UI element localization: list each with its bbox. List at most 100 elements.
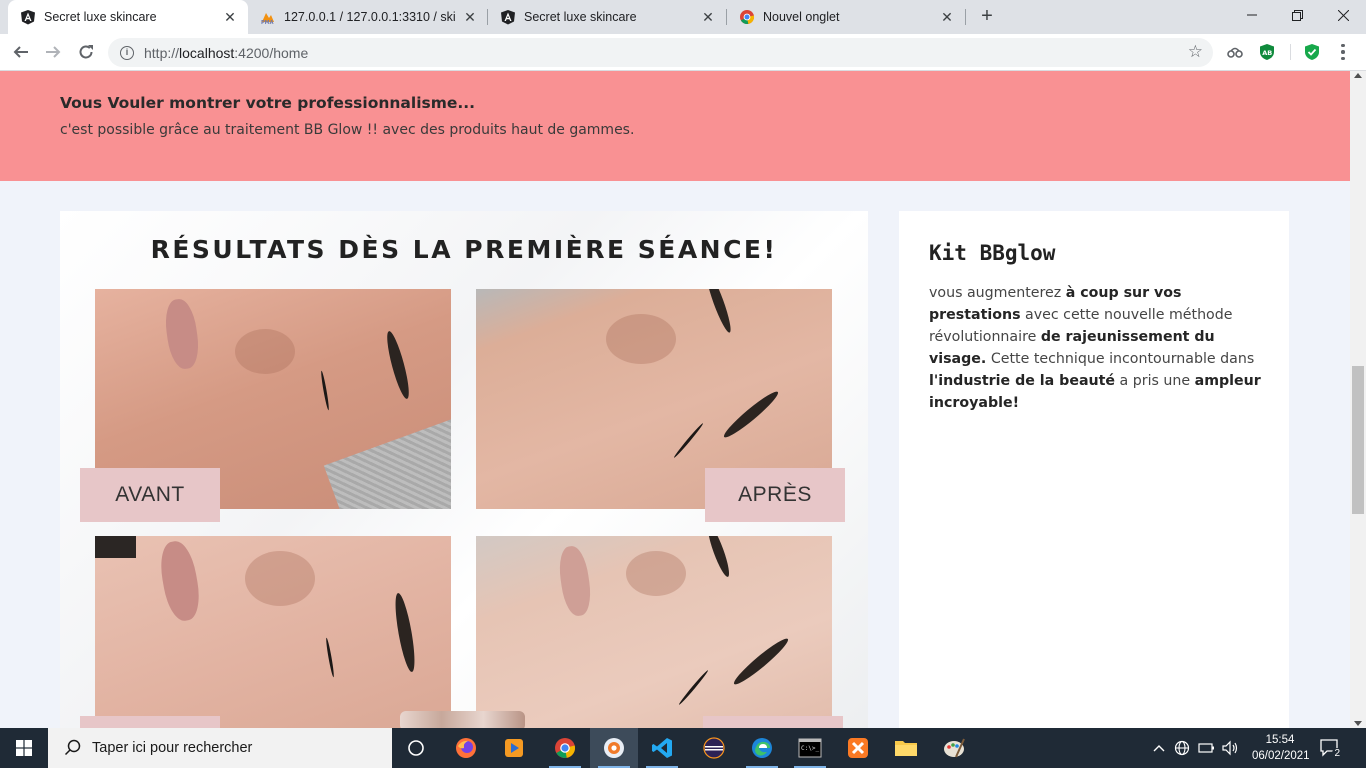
after-photo-bottom xyxy=(476,536,832,728)
kit-bbglow-card: Kit BBglow vous augmenterez à coup sur v… xyxy=(899,211,1289,728)
taskbar-firefox[interactable] xyxy=(442,728,490,768)
taskbar-brave[interactable] xyxy=(590,728,638,768)
taskbar-chrome[interactable] xyxy=(541,728,589,768)
svg-text:AB: AB xyxy=(1262,49,1272,57)
search-placeholder: Taper ici pour rechercher xyxy=(92,740,253,756)
url-path: :4200/home xyxy=(234,44,309,61)
address-bar[interactable]: i http://localhost:4200/home ☆ xyxy=(108,38,1213,67)
taskbar-xampp[interactable] xyxy=(834,728,882,768)
close-tab-icon[interactable]: ✕ xyxy=(222,9,238,25)
start-button[interactable] xyxy=(0,728,48,768)
results-title: RÉSULTATS DÈS LA PREMIÈRE SÉANCE! xyxy=(150,235,778,264)
taskbar-clock[interactable]: 15:54 06/02/2021 xyxy=(1252,732,1310,764)
tab-secret-luxe-skincare-2[interactable]: Secret luxe skincare ✕ xyxy=(488,0,726,34)
svg-text:C:\>_: C:\>_ xyxy=(801,745,819,752)
globe-icon xyxy=(1174,740,1190,756)
battery-plug-icon xyxy=(1198,743,1214,753)
browser-tabstrip: Secret luxe skincare ✕ PMA 127.0.0.1 / 1… xyxy=(0,0,1366,34)
minimize-window-button[interactable] xyxy=(1229,0,1275,30)
scroll-down-arrow[interactable] xyxy=(1354,721,1362,726)
kit-title: Kit BBglow xyxy=(929,241,1056,265)
bookmark-star-icon[interactable]: ☆ xyxy=(1188,42,1203,62)
taskbar-edge[interactable] xyxy=(738,728,786,768)
tab-secret-luxe-skincare-1[interactable]: Secret luxe skincare ✕ xyxy=(8,0,248,34)
close-tab-icon[interactable]: ✕ xyxy=(462,9,478,25)
chrome-icon xyxy=(555,738,576,758)
browser-shield-icon xyxy=(604,738,624,758)
phpmyadmin-icon: PMA xyxy=(260,9,276,25)
chevron-up-icon xyxy=(1153,745,1165,752)
notification-count: 2 xyxy=(1332,748,1342,760)
media-player-icon xyxy=(505,739,523,757)
tab-phpmyadmin[interactable]: PMA 127.0.0.1 / 127.0.0.1:3310 / skincar… xyxy=(248,0,488,34)
forward-button[interactable] xyxy=(40,39,66,65)
speaker-icon xyxy=(1222,740,1238,756)
tray-volume-icon[interactable] xyxy=(1220,728,1242,768)
after-label: APRÈS xyxy=(705,468,845,522)
url-scheme: http:// xyxy=(144,44,180,61)
clock-date: 06/02/2021 xyxy=(1252,750,1310,762)
show-hidden-icons[interactable] xyxy=(1150,728,1168,768)
angular-icon xyxy=(500,9,516,25)
tray-language-icon[interactable] xyxy=(1172,728,1192,768)
adblock-icon[interactable]: AB xyxy=(1258,43,1276,61)
taskbar-terminal[interactable]: C:\>_ xyxy=(786,728,834,768)
page-scrollbar[interactable] xyxy=(1350,71,1366,728)
task-view-button[interactable] xyxy=(392,728,440,768)
restore-window-button[interactable] xyxy=(1274,0,1320,30)
taskbar-eclipse[interactable] xyxy=(690,728,738,768)
tab-title: Secret luxe skincare xyxy=(524,10,637,24)
close-tab-icon[interactable]: ✕ xyxy=(939,9,955,25)
tab-title: Secret luxe skincare xyxy=(44,10,157,24)
vscode-icon xyxy=(652,738,672,758)
tab-title: Nouvel onglet xyxy=(763,10,840,24)
before-photo-bottom xyxy=(95,536,451,728)
toolbar-separator xyxy=(1290,44,1291,60)
tray-battery-icon[interactable] xyxy=(1196,728,1218,768)
reload-button[interactable] xyxy=(73,39,99,65)
taskbar-file-explorer[interactable] xyxy=(882,728,930,768)
taskbar-search[interactable]: Taper ici pour rechercher xyxy=(48,728,392,768)
arrow-left-icon xyxy=(13,46,28,58)
kit-description: vous augmenterez à coup sur vos prestati… xyxy=(929,285,1261,411)
svg-text:PMA: PMA xyxy=(261,20,274,25)
taskbar-vscode[interactable] xyxy=(638,728,686,768)
clock-time: 15:54 xyxy=(1265,734,1295,746)
site-info-icon[interactable]: i xyxy=(120,45,134,60)
notification-center-button[interactable]: 2 xyxy=(1318,736,1342,760)
windows-taskbar: Taper ici pour rechercher C:\>_ 15:54 06… xyxy=(0,728,1366,768)
back-button[interactable] xyxy=(8,39,34,65)
after-label-bottom xyxy=(703,716,843,728)
browser-toolbar: i http://localhost:4200/home ☆ AB xyxy=(0,34,1366,71)
arrow-right-icon xyxy=(46,46,61,58)
paint-palette-icon xyxy=(944,738,965,758)
browser-menu-icon[interactable] xyxy=(1334,42,1352,62)
edge-icon xyxy=(752,738,772,758)
taskbar-paint[interactable] xyxy=(930,728,978,768)
product-bottles xyxy=(400,711,525,728)
chrome-icon xyxy=(739,9,755,25)
page-viewport: Vous Vouler montrer votre professionnali… xyxy=(0,71,1350,728)
close-window-button[interactable] xyxy=(1320,0,1366,30)
close-tab-icon[interactable]: ✕ xyxy=(700,9,716,25)
scrollbar-thumb[interactable] xyxy=(1352,366,1364,514)
eclipse-icon xyxy=(703,737,725,759)
task-view-icon xyxy=(408,740,424,756)
terminal-icon: C:\>_ xyxy=(798,738,822,758)
shield-check-icon[interactable] xyxy=(1303,43,1321,61)
folder-icon xyxy=(895,741,917,756)
promo-heading: Vous Vouler montrer votre professionnali… xyxy=(60,94,476,112)
taskbar-media-app[interactable] xyxy=(490,728,538,768)
angular-icon xyxy=(20,9,36,25)
new-tab-button[interactable]: + xyxy=(976,6,998,28)
results-image: RÉSULTATS DÈS LA PREMIÈRE SÉANCE! AVANT … xyxy=(60,211,868,728)
extension-cloud-icon[interactable] xyxy=(1226,43,1244,61)
tab-title: 127.0.0.1 / 127.0.0.1:3310 / skincare xyxy=(284,10,456,24)
tab-separator xyxy=(965,9,966,25)
scroll-up-arrow[interactable] xyxy=(1354,73,1362,78)
before-label: AVANT xyxy=(80,468,220,522)
tab-nouvel-onglet[interactable]: Nouvel onglet ✕ xyxy=(727,0,965,34)
promo-text: c'est possible grâce au traitement BB Gl… xyxy=(60,122,635,138)
reload-icon xyxy=(79,45,93,59)
url-host: localhost xyxy=(179,44,235,61)
